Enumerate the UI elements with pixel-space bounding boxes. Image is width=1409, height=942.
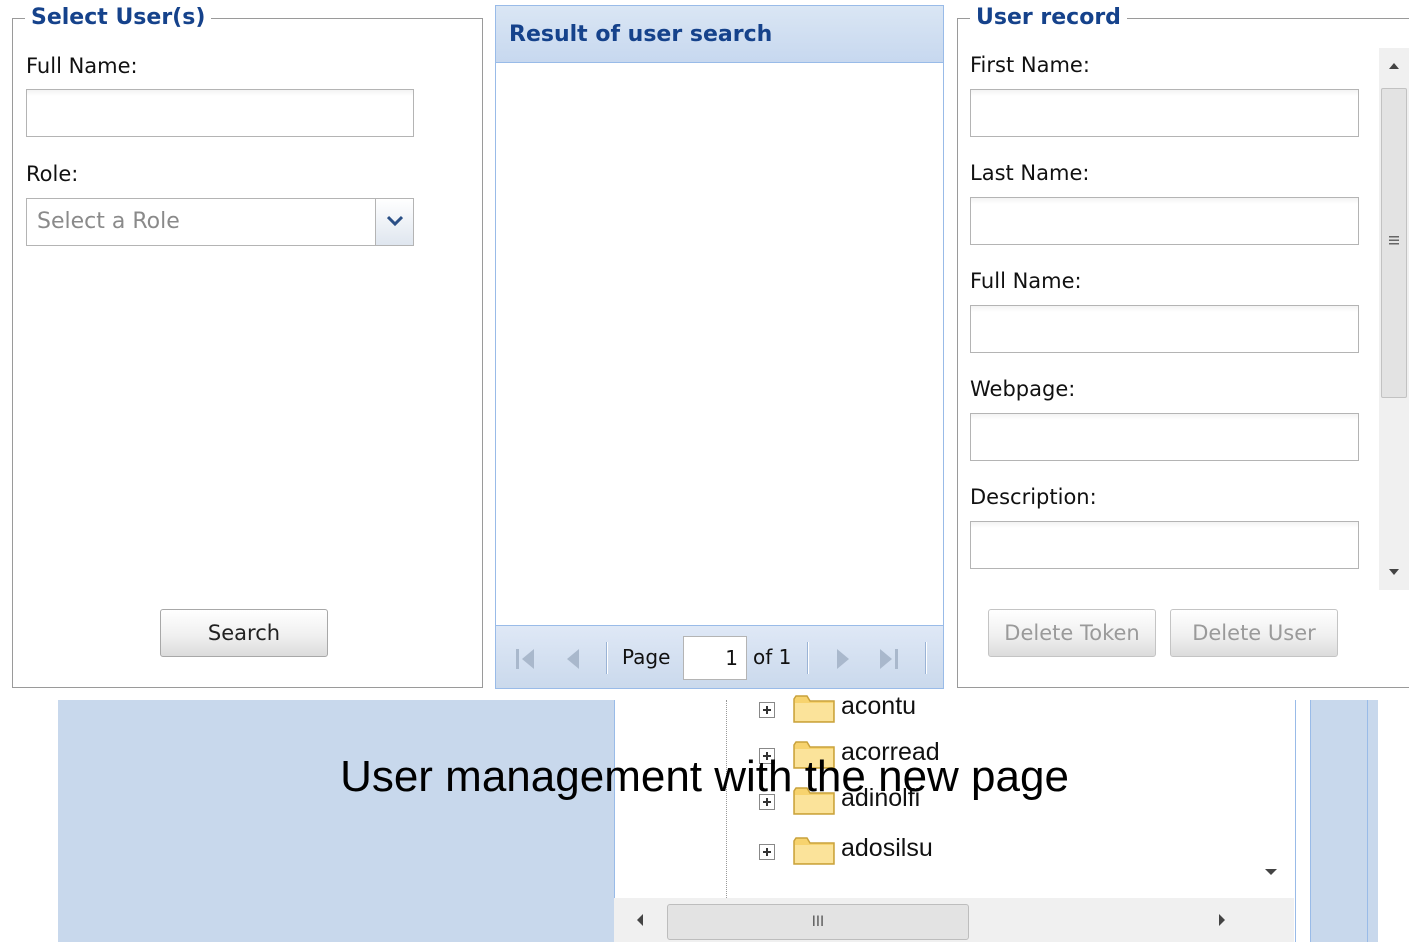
last-name-label: Last Name:	[970, 161, 1090, 185]
search-button[interactable]: Search	[160, 609, 328, 657]
first-name-label: First Name:	[970, 53, 1090, 77]
expand-icon[interactable]	[759, 702, 775, 718]
scroll-down-arrow-icon[interactable]	[1264, 868, 1278, 876]
role-select[interactable]: Select a Role	[26, 198, 414, 246]
result-panel-header: Result of user search	[496, 6, 943, 63]
page-count-label: of 1	[753, 645, 792, 669]
scroll-down-arrow-icon[interactable]	[1388, 568, 1400, 576]
last-page-icon[interactable]	[878, 646, 900, 672]
tree-horizontal-scrollbar[interactable]: III	[614, 898, 1294, 942]
folder-icon	[793, 837, 835, 865]
select-users-fieldset: Select User(s) Full Name: Role: Select a…	[12, 5, 483, 688]
grip-icon	[1389, 236, 1399, 245]
role-select-placeholder: Select a Role	[37, 209, 180, 234]
folder-icon	[793, 695, 835, 723]
webpage-label: Webpage:	[970, 377, 1076, 401]
scroll-left-arrow-icon[interactable]	[636, 913, 644, 927]
chevron-down-icon	[387, 215, 403, 227]
role-dropdown-trigger[interactable]	[375, 199, 413, 245]
description-field[interactable]	[970, 521, 1359, 569]
page-number-input[interactable]: 1	[683, 636, 747, 680]
paging-separator	[807, 642, 809, 674]
tree-right-column	[1295, 700, 1311, 942]
page-label: Page	[622, 645, 671, 669]
full-name-field[interactable]	[970, 305, 1359, 353]
tree-node-label: adosilsu	[841, 834, 933, 862]
delete-user-button[interactable]: Delete User	[1170, 609, 1338, 657]
user-record-scrollbar[interactable]	[1379, 48, 1409, 590]
result-grid-body[interactable]	[496, 63, 943, 626]
full-name-label: Full Name:	[970, 269, 1082, 293]
scrollbar-thumb[interactable]: III	[667, 904, 969, 940]
first-page-icon[interactable]	[514, 646, 536, 672]
select-users-legend: Select User(s)	[25, 5, 212, 31]
scroll-right-arrow-icon[interactable]	[1218, 913, 1226, 927]
last-name-field[interactable]	[970, 197, 1359, 245]
webpage-field[interactable]	[970, 413, 1359, 461]
prev-page-icon[interactable]	[564, 646, 582, 672]
result-panel: Result of user search Page 1 of 1	[495, 5, 944, 689]
role-label: Role:	[26, 162, 79, 186]
fullname-search-input[interactable]	[26, 89, 414, 137]
fullname-label: Full Name:	[26, 54, 138, 78]
paging-toolbar: Page 1 of 1	[496, 625, 943, 688]
paging-separator	[925, 642, 927, 674]
user-record-fieldset: User record First Name: Last Name: Full …	[957, 5, 1409, 688]
result-panel-title: Result of user search	[509, 22, 773, 47]
user-record-legend: User record	[970, 5, 1127, 31]
delete-token-button[interactable]: Delete Token	[988, 609, 1156, 657]
description-label: Description:	[970, 485, 1097, 509]
scrollbar-thumb[interactable]	[1381, 88, 1407, 398]
next-page-icon[interactable]	[834, 646, 852, 672]
tree-right-panel	[1311, 700, 1368, 942]
scroll-up-arrow-icon[interactable]	[1388, 62, 1400, 70]
paging-separator	[606, 642, 608, 674]
tree-node-label: acontu	[841, 692, 917, 720]
caption-overlay: User management with the new page	[340, 752, 1069, 801]
first-name-field[interactable]	[970, 89, 1359, 137]
expand-icon[interactable]	[759, 844, 775, 860]
